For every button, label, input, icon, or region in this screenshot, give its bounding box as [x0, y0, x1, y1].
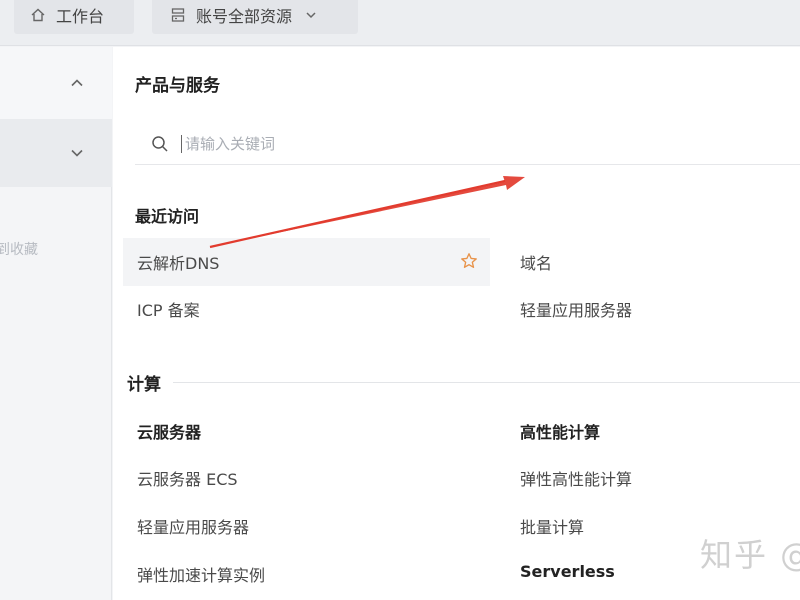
sidebar-expand-row[interactable] — [0, 119, 112, 187]
recent-item-label: 云解析DNS — [137, 254, 220, 273]
recent-item-icp[interactable]: ICP 备案 — [137, 285, 200, 333]
group-title-cloud-server: 云服务器 — [137, 423, 202, 442]
panel-title: 产品与服务 — [135, 76, 220, 96]
link-ehpc[interactable]: 弹性高性能计算 — [520, 466, 632, 490]
sidebar-collapse-row[interactable] — [0, 47, 112, 119]
recent-item-label: 轻量应用服务器 — [520, 301, 633, 320]
compute-title: 计算 — [127, 374, 161, 395]
resources-dropdown[interactable]: 账号全部资源 — [152, 0, 358, 34]
link-lightweight-server[interactable]: 轻量应用服务器 — [137, 514, 249, 538]
search-placeholder: 请输入关键词 — [185, 135, 276, 153]
search-input[interactable]: 请输入关键词 — [135, 123, 800, 165]
text-cursor — [181, 134, 182, 153]
sidebar: 到收藏 — [0, 47, 112, 600]
link-batch-compute[interactable]: 批量计算 — [520, 514, 584, 538]
link-elastic-accelerated[interactable]: 弹性加速计算实例 — [137, 562, 265, 586]
search-icon — [152, 135, 168, 152]
sidebar-hint: 到收藏 — [0, 242, 38, 258]
chevron-down-icon — [71, 149, 83, 157]
recent-item-label: 域名 — [520, 254, 553, 273]
recent-item-lightweight-server[interactable]: 轻量应用服务器 — [520, 285, 632, 333]
star-icon[interactable] — [460, 252, 478, 270]
watermark: 知乎 @ — [700, 536, 800, 574]
recent-item-label: ICP 备案 — [137, 301, 200, 320]
workbench-label: 工作台 — [56, 7, 105, 26]
resources-icon — [171, 8, 185, 22]
resources-label: 账号全部资源 — [196, 7, 293, 26]
chevron-up-icon — [71, 79, 83, 87]
group-title-serverless: Serverless — [520, 562, 615, 581]
section-divider — [173, 381, 800, 383]
link-ecs[interactable]: 云服务器 ECS — [137, 466, 238, 490]
group-title-hpc: 高性能计算 — [520, 423, 601, 442]
products-panel: 产品与服务 请输入关键词 最近访问 云解析DNS 域名 ICP 备案 轻量应用服… — [113, 47, 800, 600]
top-bar: 工作台 账号全部资源 — [0, 0, 800, 46]
recent-item-domain[interactable]: 域名 — [520, 238, 552, 286]
compute-section-header: 计算 — [127, 367, 800, 397]
recent-title: 最近访问 — [135, 207, 200, 226]
workbench-button[interactable]: 工作台 — [14, 0, 134, 34]
home-icon — [31, 8, 45, 22]
chevron-down-icon — [306, 12, 316, 19]
recent-item-dns[interactable]: 云解析DNS — [123, 238, 490, 286]
